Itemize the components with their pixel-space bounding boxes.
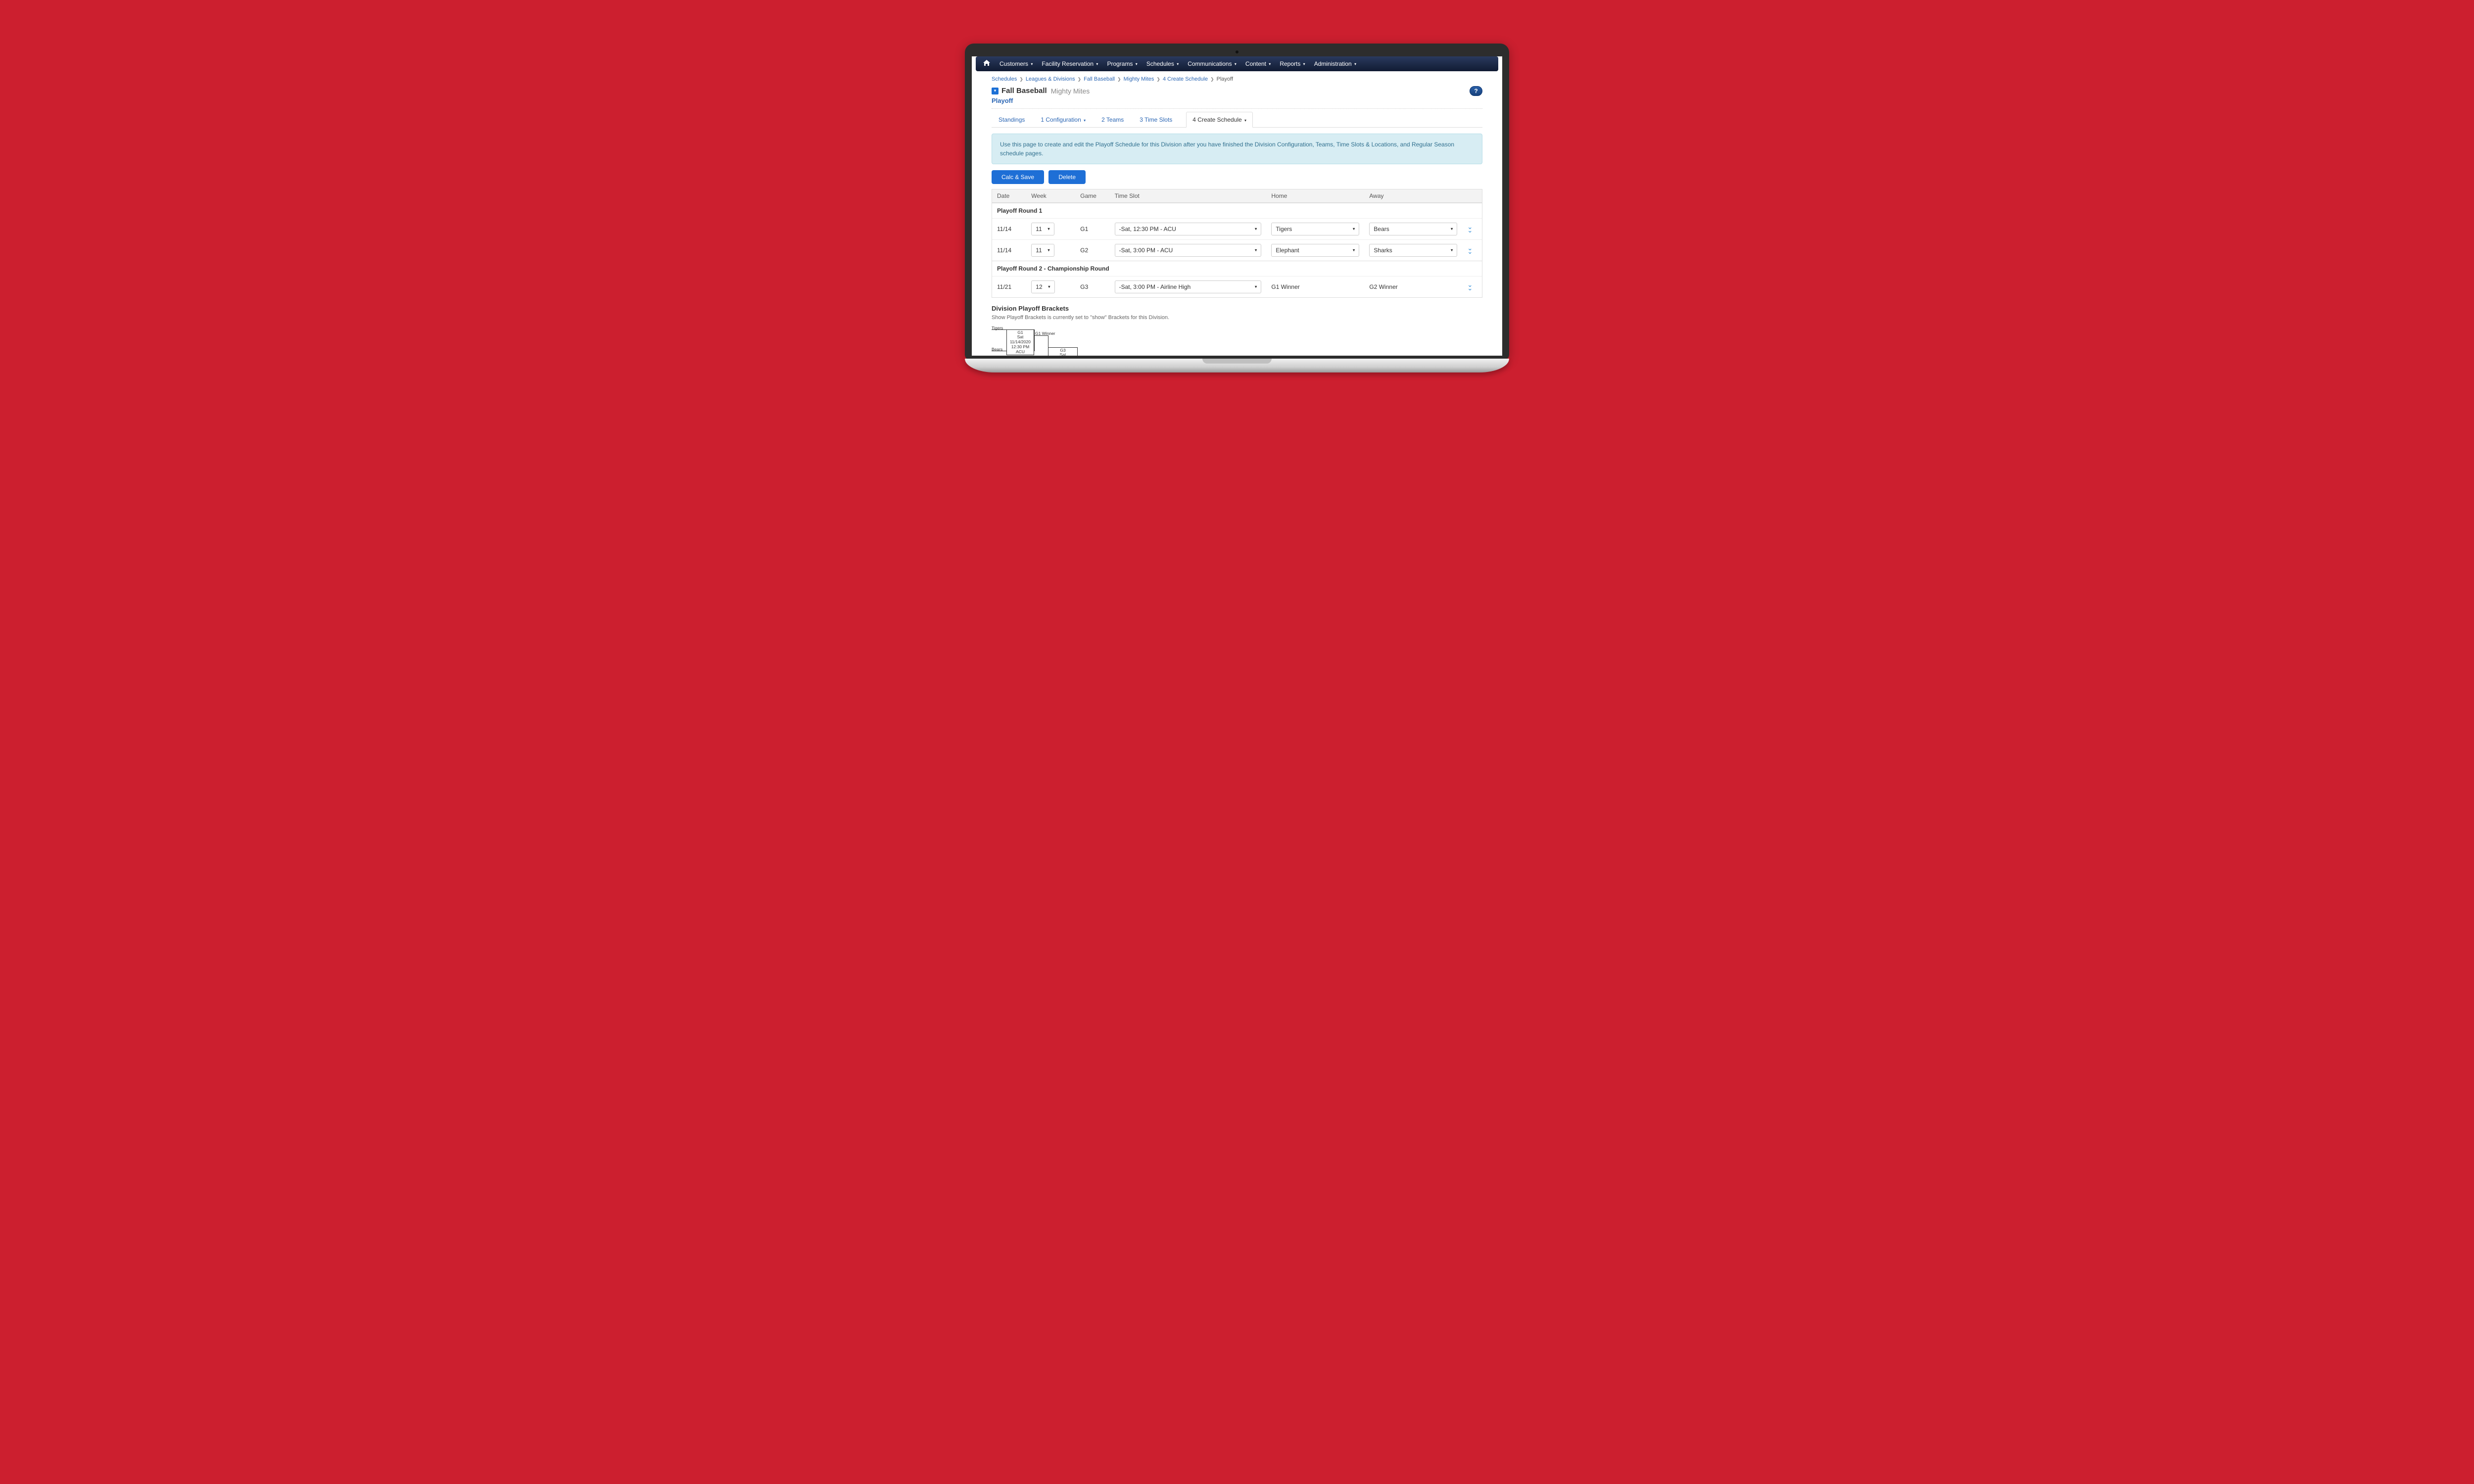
home-icon[interactable] (983, 59, 991, 68)
select-dropdown[interactable]: 11 (1031, 244, 1054, 257)
chevron-down-icon: ▾ (1084, 118, 1086, 123)
chevron-down-icon: ▾ (1269, 62, 1271, 66)
tab-standings[interactable]: Standings (997, 112, 1027, 127)
cell-date: 11/14 (992, 239, 1026, 261)
breadcrumb-link[interactable]: Leagues & Divisions (1026, 76, 1075, 82)
select-dropdown[interactable]: Sharks (1369, 244, 1457, 257)
round-label: Playoff Round 2 - Championship Round (992, 261, 1482, 276)
table-header: Week (1026, 189, 1075, 203)
select-dropdown[interactable]: Elephant (1271, 244, 1359, 257)
breadcrumb-link[interactable]: Fall Baseball (1084, 76, 1115, 82)
breadcrumb-link[interactable]: 4 Create Schedule (1163, 76, 1208, 82)
table-header: Time Slot (1110, 189, 1267, 203)
table-row: 11/21 12 G3 -Sat, 3:00 PM - Airline High G1 … (992, 276, 1482, 297)
info-banner: Use this page to create and edit the Pla… (992, 134, 1482, 164)
page-subtitle: Mighty Mites (1051, 87, 1090, 95)
collapse-toggle-icon[interactable]: ▾ (992, 88, 999, 94)
nav-item-administration[interactable]: Administration ▾ (1314, 60, 1356, 67)
separator (992, 108, 1482, 109)
table-header: Game (1075, 189, 1109, 203)
tab-2-teams[interactable]: 2 Teams (1099, 112, 1126, 127)
chevron-down-icon: ▾ (1235, 62, 1237, 66)
select-dropdown[interactable]: 12 (1031, 280, 1054, 293)
breadcrumb-separator: ❯ (1210, 77, 1214, 82)
select-dropdown[interactable]: -Sat, 3:00 PM - ACU (1115, 244, 1262, 257)
camera-icon (1236, 50, 1238, 53)
select-dropdown[interactable]: -Sat, 3:00 PM - Airline High (1115, 280, 1262, 293)
chevron-down-icon: ▾ (1354, 62, 1356, 66)
expand-down-icon[interactable]: ⌄⌄ (1467, 247, 1477, 253)
app-screen: Customers ▾ Facility Reservation ▾ Progr… (972, 56, 1502, 356)
page-title: Fall Baseball (1001, 87, 1047, 95)
bracket-heading: Division Playoff Brackets (992, 305, 1482, 312)
select-dropdown[interactable]: -Sat, 12:30 PM - ACU (1115, 223, 1262, 235)
breadcrumb-link[interactable]: Mighty Mites (1124, 76, 1154, 82)
select-dropdown[interactable]: 11 (1031, 223, 1054, 235)
table-row: 11/14 11 G1 -Sat, 12:30 PM - ACU Tigers Bears… (992, 218, 1482, 239)
chevron-down-icon: ▾ (1096, 62, 1098, 66)
nav-item-reports[interactable]: Reports ▾ (1280, 60, 1305, 67)
chevron-down-icon: ▾ (1136, 62, 1138, 66)
expand-down-icon[interactable]: ⌄⌄ (1467, 283, 1477, 290)
section-label: Playoff (992, 97, 1482, 104)
table-header: Away (1364, 189, 1462, 203)
cell-game: G1 (1075, 218, 1109, 239)
nav-item-customers[interactable]: Customers ▾ (999, 60, 1033, 67)
chevron-down-icon: ▾ (1031, 62, 1033, 66)
laptop-base (965, 359, 1509, 372)
tab-bar: Standings 1 Configuration ▾ 2 Teams 3 Time … (992, 112, 1482, 128)
cell-date: 11/14 (992, 218, 1026, 239)
breadcrumb: Schedules❯Leagues & Divisions❯Fall Baseb… (992, 76, 1482, 82)
bracket-subtext: Show Playoff Brackets is currently set t… (992, 315, 1482, 321)
select-dropdown[interactable]: Tigers (1271, 223, 1359, 235)
table-header (1462, 189, 1482, 203)
bracket-game-3: G3Sat 11/21/20203:00 PMAirline High (1048, 347, 1078, 356)
breadcrumb-current: Playoff (1217, 76, 1233, 82)
table-row: 11/14 11 G2 -Sat, 3:00 PM - ACU Elephant Shar… (992, 239, 1482, 261)
help-button[interactable]: ? (1470, 86, 1482, 96)
chevron-down-icon: ▾ (1177, 62, 1179, 66)
nav-item-facility-reservation[interactable]: Facility Reservation ▾ (1042, 60, 1098, 67)
expand-down-icon[interactable]: ⌄⌄ (1467, 226, 1477, 232)
cell-text: G2 Winner (1369, 283, 1397, 290)
cell-game: G3 (1075, 276, 1109, 297)
schedule-table: DateWeekGameTime SlotHomeAway Playoff Ro… (992, 189, 1482, 298)
tab-1-configuration[interactable]: 1 Configuration ▾ (1039, 112, 1088, 127)
breadcrumb-separator: ❯ (1078, 77, 1082, 82)
calc-save-button[interactable]: Calc & Save (992, 170, 1044, 184)
nav-item-schedules[interactable]: Schedules ▾ (1146, 60, 1179, 67)
bracket-game-1: G1Sat 11/14/202012:30 PMACU (1006, 329, 1034, 356)
round-label: Playoff Round 1 (992, 203, 1482, 218)
bracket-diagram: Tigers G1Sat 11/14/202012:30 PMACU Bears… (992, 325, 1120, 356)
chevron-down-icon: ▾ (1303, 62, 1305, 66)
delete-button[interactable]: Delete (1048, 170, 1086, 184)
cell-date: 11/21 (992, 276, 1026, 297)
select-dropdown[interactable]: Bears (1369, 223, 1457, 235)
nav-item-programs[interactable]: Programs ▾ (1107, 60, 1137, 67)
breadcrumb-separator: ❯ (1019, 77, 1023, 82)
nav-item-communications[interactable]: Communications ▾ (1188, 60, 1237, 67)
tab-3-time-slots[interactable]: 3 Time Slots (1138, 112, 1174, 127)
breadcrumb-link[interactable]: Schedules (992, 76, 1017, 82)
breadcrumb-separator: ❯ (1117, 77, 1121, 82)
top-navigation: Customers ▾ Facility Reservation ▾ Progr… (976, 56, 1498, 71)
cell-game: G2 (1075, 239, 1109, 261)
laptop-frame: Customers ▾ Facility Reservation ▾ Progr… (965, 44, 1509, 372)
nav-item-content[interactable]: Content ▾ (1245, 60, 1271, 67)
table-header: Home (1266, 189, 1364, 203)
tab-4-create-schedule[interactable]: 4 Create Schedule ▾ (1186, 112, 1253, 128)
cell-text: G1 Winner (1271, 283, 1299, 290)
chevron-down-icon: ▾ (1244, 118, 1246, 123)
breadcrumb-separator: ❯ (1156, 77, 1160, 82)
screen-bezel: Customers ▾ Facility Reservation ▾ Progr… (965, 44, 1509, 360)
table-header: Date (992, 189, 1026, 203)
